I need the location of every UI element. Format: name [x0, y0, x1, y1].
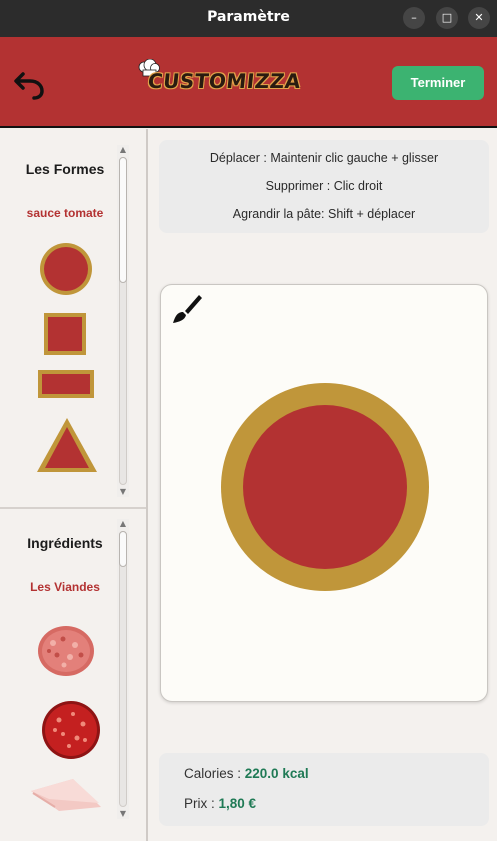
sidebar: Les Formes sauce tomate ▲ ▼ Ingrédients …: [0, 129, 148, 841]
scroll-down-icon[interactable]: ▼: [117, 487, 129, 497]
ground-meat-ingredient[interactable]: [37, 625, 95, 677]
shapes-scrollbar[interactable]: ▲ ▼: [117, 145, 129, 497]
square-shape[interactable]: [44, 313, 86, 355]
triangle-shape[interactable]: [36, 417, 98, 473]
calories-row: Calories : 220.0 kcal: [184, 766, 309, 781]
scroll-thumb[interactable]: [119, 157, 127, 283]
app-header: CUSTOMIZZA Terminer: [0, 37, 497, 128]
price-row: Prix : 1,80 €: [184, 796, 256, 811]
app-window: Paramètre – □ ✕ CUSTOMIZZA Terminer Les …: [0, 0, 497, 841]
finish-button[interactable]: Terminer: [392, 66, 484, 100]
scroll-up-icon[interactable]: ▲: [117, 519, 129, 529]
customizza-logo: CUSTOMIZZA: [136, 59, 302, 107]
close-button[interactable]: ✕: [468, 7, 490, 29]
pizza-base[interactable]: [221, 383, 429, 591]
calories-value: 220.0 kcal: [244, 766, 309, 781]
instruction-delete: Supprimer : Clic droit: [265, 179, 383, 193]
ingredients-scrollbar[interactable]: ▲ ▼: [117, 519, 129, 819]
brush-icon[interactable]: [169, 293, 203, 327]
ingredients-title: Ingrédients: [27, 535, 103, 551]
pizza-canvas[interactable]: [160, 284, 488, 702]
shapes-subtitle: sauce tomate: [26, 206, 104, 220]
scroll-down-icon[interactable]: ▼: [117, 809, 129, 819]
title-bar: Paramètre – □ ✕: [0, 0, 497, 37]
rectangle-shape[interactable]: [38, 370, 94, 398]
ham-ingredient[interactable]: [29, 777, 103, 813]
scroll-up-icon[interactable]: ▲: [117, 145, 129, 155]
instruction-enlarge: Agrandir la pâte: Shift + déplacer: [232, 207, 416, 221]
circle-shape[interactable]: [38, 241, 94, 297]
calories-label: Calories :: [184, 766, 245, 781]
instructions-panel: Déplacer : Maintenir clic gauche + gliss…: [159, 140, 489, 233]
panel-divider: [0, 507, 146, 509]
logo-text: CUSTOMIZZA: [146, 69, 303, 93]
shapes-title: Les Formes: [25, 161, 105, 177]
scroll-thumb[interactable]: [119, 531, 127, 567]
info-panel: Calories : 220.0 kcal Prix : 1,80 €: [159, 753, 489, 826]
instruction-move: Déplacer : Maintenir clic gauche + gliss…: [209, 151, 439, 165]
price-label: Prix :: [184, 796, 219, 811]
price-value: 1,80 €: [218, 796, 257, 811]
chorizo-ingredient[interactable]: [41, 700, 101, 760]
minimize-button[interactable]: –: [403, 7, 425, 29]
ingredients-subtitle: Les Viandes: [30, 580, 100, 594]
undo-arrow-icon[interactable]: [14, 68, 46, 100]
maximize-button[interactable]: □: [436, 7, 458, 29]
